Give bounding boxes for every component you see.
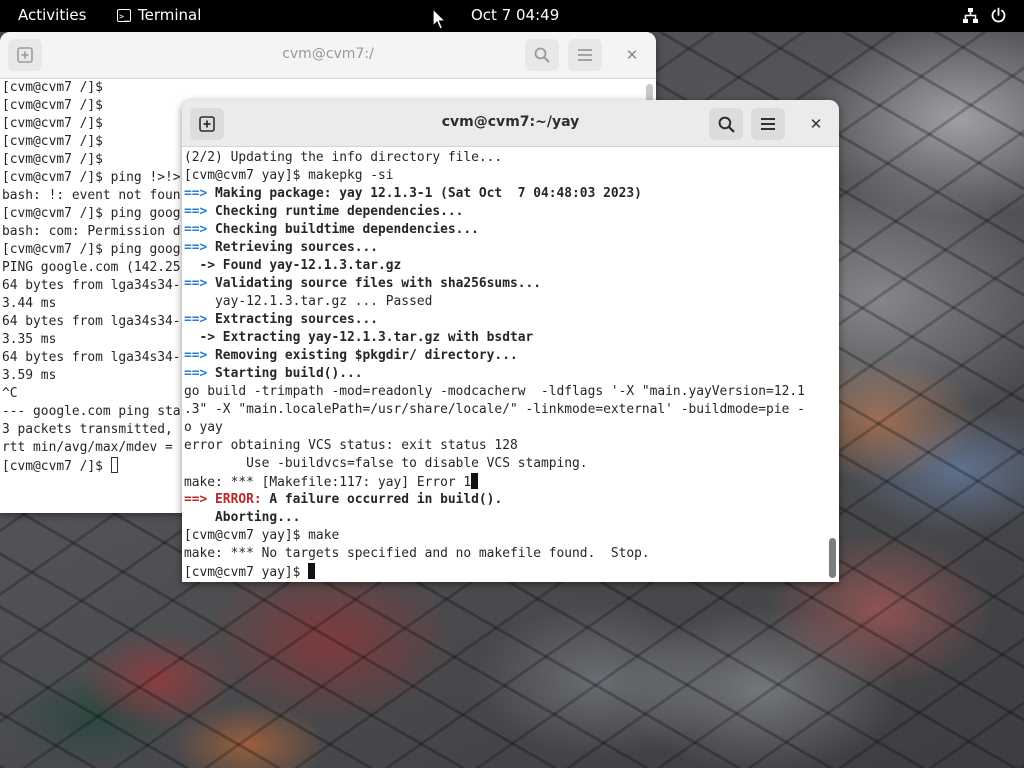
menu-button[interactable] xyxy=(568,39,602,71)
power-icon[interactable] xyxy=(990,7,1007,24)
terminal-output[interactable]: (2/2) Updating the info directory file..… xyxy=(184,149,825,582)
header-bar[interactable]: cvm@cvm7:~/yay ✕ xyxy=(182,100,839,147)
app-menu[interactable]: >_ Terminal xyxy=(117,6,201,24)
terminal-line: go build -trimpath -mod=readonly -modcac… xyxy=(184,384,805,399)
terminal-line: ==> ERROR: A failure occurred in build()… xyxy=(184,492,503,507)
terminal-line: [cvm@cvm7 /]$ xyxy=(2,80,103,95)
terminal-line: -> Extracting yay-12.1.3.tar.gz with bsd… xyxy=(184,330,534,345)
terminal-app-icon: >_ xyxy=(117,8,131,22)
terminal-line: ==> Validating source files with sha256s… xyxy=(184,276,542,291)
terminal-line: .3" -X "main.localePath=/usr/share/local… xyxy=(184,402,805,417)
header-bar[interactable]: cvm@cvm7:/ ✕ xyxy=(0,32,656,79)
menu-button[interactable] xyxy=(751,108,785,140)
terminal-line: [cvm@cvm7 yay]$ makepkg -si xyxy=(184,168,394,183)
terminal-line: Use -buildvcs=false to disable VCS stamp… xyxy=(184,456,588,471)
terminal-line: ==> Removing existing $pkgdir/ directory… xyxy=(184,348,518,363)
close-button[interactable]: ✕ xyxy=(805,113,827,135)
scrollbar[interactable] xyxy=(829,538,836,578)
terminal-line: ==> Starting build()... xyxy=(184,366,363,381)
terminal-cursor xyxy=(308,563,316,579)
terminal-line: error obtaining VCS status: exit status … xyxy=(184,438,518,453)
terminal-line: -> Found yay-12.1.3.tar.gz xyxy=(184,258,402,273)
terminal-line: Aborting... xyxy=(184,510,301,525)
app-menu-label: Terminal xyxy=(138,6,202,24)
search-icon xyxy=(718,116,735,133)
terminal-line: ==> Retrieving sources... xyxy=(184,240,379,255)
terminal-line: make: *** [Makefile:117: yay] Error 1 xyxy=(184,473,825,491)
terminal-line: yay-12.1.3.tar.gz ... Passed xyxy=(184,294,433,309)
terminal-line: (2/2) Updating the info directory file..… xyxy=(184,150,503,165)
close-icon: ✕ xyxy=(625,46,639,64)
terminal-line: o yay xyxy=(184,420,223,435)
network-icon[interactable] xyxy=(962,7,979,24)
close-button[interactable]: ✕ xyxy=(621,44,643,66)
hamburger-menu-icon xyxy=(578,49,592,61)
terminal-cursor xyxy=(471,473,479,489)
terminal-window-front[interactable]: cvm@cvm7:~/yay ✕ (2/2) Updating the info… xyxy=(182,100,839,582)
search-button[interactable] xyxy=(709,108,743,140)
terminal-line: ==> Extracting sources... xyxy=(184,312,379,327)
search-icon xyxy=(534,47,550,63)
terminal-line: ==> Checking buildtime dependencies... xyxy=(184,222,479,237)
clock[interactable]: Oct 7 04:49 xyxy=(471,6,559,24)
mouse-pointer-icon xyxy=(432,8,446,30)
search-button[interactable] xyxy=(525,39,559,71)
activities-button[interactable]: Activities xyxy=(18,6,86,24)
terminal-line: [cvm@cvm7 yay]$ xyxy=(184,563,825,581)
terminal-line: make: *** No targets specified and no ma… xyxy=(184,546,650,561)
terminal-line: [cvm@cvm7 yay]$ make xyxy=(184,528,340,543)
top-bar: Activities >_ Terminal Oct 7 04:49 xyxy=(0,0,1024,32)
hamburger-menu-icon xyxy=(761,118,775,130)
terminal-cursor xyxy=(110,457,118,473)
close-icon: ✕ xyxy=(809,115,823,133)
terminal-line: ==> Making package: yay 12.1.3-1 (Sat Oc… xyxy=(184,186,642,201)
terminal-line: ==> Checking runtime dependencies... xyxy=(184,204,464,219)
